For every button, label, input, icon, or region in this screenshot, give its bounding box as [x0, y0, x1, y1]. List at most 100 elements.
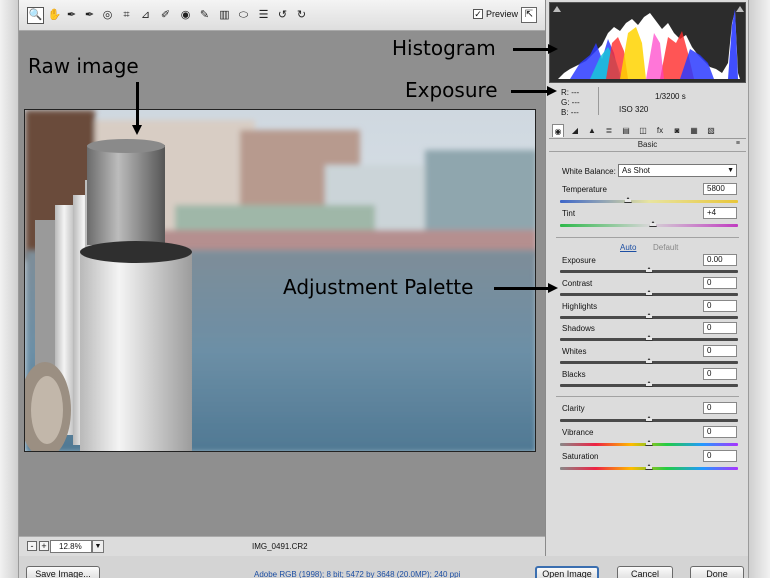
- panel-menu-icon[interactable]: ≡: [736, 140, 740, 147]
- auto-link[interactable]: Auto: [620, 243, 636, 252]
- white-balance-tool-button[interactable]: ✒: [63, 7, 80, 24]
- preferences-tool-button[interactable]: ☰: [255, 7, 272, 24]
- tab-snapshots[interactable]: ▧: [705, 124, 717, 137]
- presets-icon: ▦: [690, 126, 698, 135]
- saturation-value-field[interactable]: 0: [703, 450, 737, 462]
- brush-icon: ✎: [199, 9, 210, 21]
- tab-lens[interactable]: ◫: [637, 124, 649, 137]
- eye-icon: ◉: [180, 9, 191, 21]
- hand-tool-button[interactable]: ✋: [46, 7, 63, 24]
- contrast-value-field[interactable]: 0: [703, 277, 737, 289]
- shadows-slider[interactable]: [560, 335, 738, 341]
- clarity-value-field[interactable]: 0: [703, 402, 737, 414]
- save-image-button[interactable]: Save Image...: [26, 566, 100, 578]
- chevron-down-icon: ▼: [727, 167, 734, 174]
- highlights-slider[interactable]: [560, 313, 738, 319]
- zoom-tool-button[interactable]: 🔍: [27, 7, 44, 24]
- targeted-adjustment-tool-button[interactable]: ◎: [99, 7, 116, 24]
- temperature-slider[interactable]: [560, 197, 738, 203]
- tint-value-field[interactable]: +4: [703, 207, 737, 219]
- straighten-icon: ⊿: [140, 9, 151, 21]
- histogram: [549, 2, 746, 83]
- open-image-button[interactable]: Open Image: [535, 566, 599, 578]
- divider-presence: [556, 396, 739, 397]
- preview-label: Preview: [486, 9, 519, 19]
- straighten-tool-button[interactable]: ⊿: [137, 7, 154, 24]
- rotate-right-tool-button[interactable]: ↻: [293, 7, 310, 24]
- aperture-icon: ◉: [554, 127, 562, 136]
- clarity-slider-thumb[interactable]: [645, 416, 653, 422]
- info-separator: [598, 87, 599, 115]
- saturation-label: Saturation: [562, 452, 599, 461]
- fullscreen-button[interactable]: ⇱: [521, 7, 537, 23]
- default-link[interactable]: Default: [653, 243, 678, 252]
- highlights-slider-thumb[interactable]: [645, 313, 653, 319]
- raw-image-preview[interactable]: [24, 109, 536, 452]
- vibrance-slider[interactable]: [560, 440, 738, 446]
- rotate-left-tool-button[interactable]: ↺: [274, 7, 291, 24]
- exposure-value-field[interactable]: 0.00: [703, 254, 737, 266]
- tab-hsl[interactable]: ≣: [603, 124, 615, 137]
- zoom-level-field[interactable]: 12.8%: [50, 540, 92, 553]
- tab-effects[interactable]: fx: [654, 124, 666, 137]
- spot-removal-tool-button[interactable]: ✐: [157, 7, 174, 24]
- tint-slider[interactable]: [560, 221, 738, 227]
- tint-slider-thumb[interactable]: [648, 221, 657, 227]
- red-eye-tool-button[interactable]: ◉: [177, 7, 194, 24]
- fx-icon: fx: [656, 126, 664, 135]
- tab-basic[interactable]: ◉: [552, 124, 564, 137]
- tab-split-toning[interactable]: ▤: [620, 124, 632, 137]
- snapshots-icon: ▧: [707, 126, 715, 135]
- temperature-slider-thumb[interactable]: [623, 197, 632, 203]
- vibrance-slider-thumb[interactable]: [645, 440, 653, 446]
- sampler-icon: ✒: [84, 9, 95, 21]
- tab-tone-curve[interactable]: ◢: [569, 124, 581, 137]
- blacks-value-field[interactable]: 0: [703, 368, 737, 380]
- adjustment-brush-tool-button[interactable]: ✎: [196, 7, 213, 24]
- tab-presets[interactable]: ▦: [688, 124, 700, 137]
- saturation-slider[interactable]: [560, 464, 738, 470]
- tab-camera-calibration[interactable]: ◙: [671, 124, 683, 137]
- crop-tool-button[interactable]: ⌗: [118, 7, 135, 24]
- tab-detail[interactable]: ▲: [586, 124, 598, 137]
- zoom-in-button[interactable]: +: [39, 541, 49, 551]
- zoom-out-button[interactable]: -: [27, 541, 37, 551]
- shadow-clipping-warning-icon[interactable]: [553, 6, 561, 12]
- highlights-value-field[interactable]: 0: [703, 300, 737, 312]
- window-frame-left: [0, 0, 19, 578]
- white-balance-select[interactable]: As Shot ▼: [618, 164, 737, 177]
- whites-slider-thumb[interactable]: [645, 358, 653, 364]
- exposure-slider-thumb[interactable]: [645, 267, 653, 273]
- done-button[interactable]: Done: [690, 566, 744, 578]
- rotate-ccw-icon: ↺: [277, 9, 288, 21]
- zoom-dropdown-button[interactable]: ▼: [92, 540, 104, 553]
- contrast-slider-thumb[interactable]: [645, 290, 653, 296]
- blacks-slider-thumb[interactable]: [645, 381, 653, 387]
- highlight-clipping-warning-icon[interactable]: [736, 6, 744, 12]
- blacks-slider[interactable]: [560, 381, 738, 387]
- exposure-info: R: --- G: --- B: --- 1/3200 s ISO 320: [549, 84, 746, 120]
- clarity-slider[interactable]: [560, 416, 738, 422]
- rotate-cw-icon: ↻: [296, 9, 307, 21]
- color-sampler-tool-button[interactable]: ✒: [81, 7, 98, 24]
- image-canvas[interactable]: [19, 31, 545, 536]
- vibrance-value-field[interactable]: 0: [703, 426, 737, 438]
- temperature-value-field[interactable]: 5800: [703, 183, 737, 195]
- preview-toggle[interactable]: ✓ Preview: [473, 9, 518, 19]
- contrast-slider[interactable]: [560, 290, 738, 296]
- shadows-value-field[interactable]: 0: [703, 322, 737, 334]
- preview-checkbox[interactable]: ✓: [473, 9, 483, 19]
- cancel-button[interactable]: Cancel: [617, 566, 673, 578]
- whites-slider[interactable]: [560, 358, 738, 364]
- whites-value-field[interactable]: 0: [703, 345, 737, 357]
- ellipse-icon: ⬭: [238, 9, 249, 21]
- split-icon: ▤: [622, 126, 630, 135]
- list-icon: ☰: [258, 9, 269, 21]
- radial-filter-tool-button[interactable]: ⬭: [235, 7, 252, 24]
- shadows-slider-thumb[interactable]: [645, 335, 653, 341]
- saturation-slider-thumb[interactable]: [645, 464, 653, 470]
- exposure-slider[interactable]: [560, 267, 738, 273]
- workflow-options-link[interactable]: Adobe RGB (1998); 8 bit; 5472 by 3648 (2…: [254, 570, 460, 578]
- bars-icon: ≣: [605, 126, 613, 135]
- graduated-filter-tool-button[interactable]: ▥: [216, 7, 233, 24]
